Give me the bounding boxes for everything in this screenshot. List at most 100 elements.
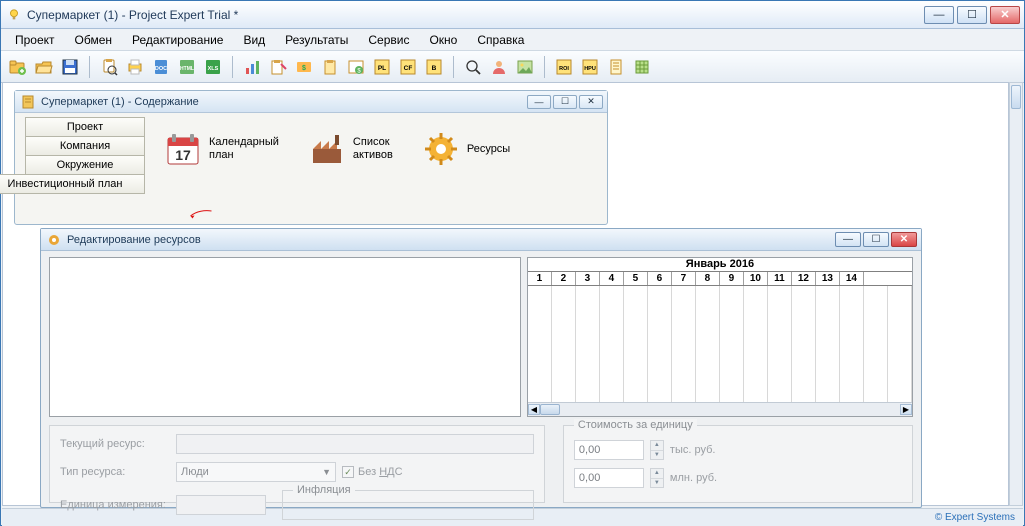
menu-service[interactable]: Сервис bbox=[358, 31, 419, 49]
day-col[interactable]: 1 bbox=[528, 272, 552, 285]
main-max-button[interactable]: ☐ bbox=[957, 6, 987, 24]
main-titlebar[interactable]: Супермаркет (1) - Project Expert Trial *… bbox=[1, 1, 1024, 29]
no-vat-checkbox[interactable]: ✓ Без НДС bbox=[342, 466, 403, 478]
diskette-icon[interactable] bbox=[59, 56, 81, 78]
folder-open-icon[interactable] bbox=[33, 56, 55, 78]
html-icon[interactable]: HTML bbox=[176, 56, 198, 78]
unit-thousand: тыс. руб. bbox=[670, 444, 716, 456]
item-assets-list[interactable]: Список активов bbox=[309, 131, 393, 167]
contents-max-button[interactable]: ☐ bbox=[553, 95, 577, 109]
day-col[interactable]: 7 bbox=[672, 272, 696, 285]
tab-environment[interactable]: Окружение bbox=[25, 155, 145, 175]
menu-help[interactable]: Справка bbox=[467, 31, 534, 49]
uom-field[interactable] bbox=[176, 495, 266, 515]
roi-icon[interactable]: ROI bbox=[553, 56, 575, 78]
resource-editor-title-text: Редактирование ресурсов bbox=[67, 234, 201, 246]
doc-icon[interactable]: DOC bbox=[150, 56, 172, 78]
person-icon[interactable] bbox=[488, 56, 510, 78]
unit-million: млн. руб. bbox=[670, 472, 717, 484]
res-min-button[interactable]: — bbox=[835, 232, 861, 247]
tab-investment-plan[interactable]: Инвестиционный план bbox=[0, 174, 145, 194]
res-max-button[interactable]: ☐ bbox=[863, 232, 889, 247]
resource-type-combo[interactable]: Люди ▼ bbox=[176, 462, 336, 482]
menu-results[interactable]: Результаты bbox=[275, 31, 358, 49]
day-col[interactable]: 2 bbox=[552, 272, 576, 285]
chart-icon[interactable] bbox=[241, 56, 263, 78]
toolbar: DOC HTML XLS $ $ PL CF В ROI HPU bbox=[1, 51, 1024, 83]
money-table-icon[interactable]: $ bbox=[345, 56, 367, 78]
scroll-right-icon[interactable]: ▶ bbox=[900, 404, 912, 415]
day-col[interactable]: 14 bbox=[840, 272, 864, 285]
res-close-button[interactable]: ✕ bbox=[891, 232, 917, 247]
contents-close-button[interactable]: ✕ bbox=[579, 95, 603, 109]
day-col[interactable]: 13 bbox=[816, 272, 840, 285]
svg-text:XLS: XLS bbox=[208, 66, 219, 72]
contents-min-button[interactable]: — bbox=[527, 95, 551, 109]
day-col[interactable]: 4 bbox=[600, 272, 624, 285]
menu-window[interactable]: Окно bbox=[419, 31, 467, 49]
day-col[interactable]: 11 bbox=[768, 272, 792, 285]
spinner-2[interactable]: ▲▼ bbox=[650, 468, 664, 488]
item-label: план bbox=[209, 149, 279, 162]
main-min-button[interactable]: — bbox=[924, 6, 954, 24]
item-resources[interactable]: Ресурсы bbox=[423, 131, 510, 167]
day-col[interactable]: 5 bbox=[624, 272, 648, 285]
chevron-down-icon: ▼ bbox=[322, 467, 331, 477]
sheet-icon[interactable] bbox=[605, 56, 627, 78]
magnifier-paste-icon[interactable] bbox=[98, 56, 120, 78]
contents-window: Супермаркет (1) - Содержание — ☐ ✕ Проек… bbox=[14, 90, 608, 225]
separator-icon bbox=[453, 56, 454, 78]
menu-edit[interactable]: Редактирование bbox=[122, 31, 233, 49]
printer-icon[interactable] bbox=[124, 56, 146, 78]
folder-add-icon[interactable] bbox=[7, 56, 29, 78]
item-calendar-plan[interactable]: 17 Календарный план bbox=[165, 131, 279, 167]
menu-view[interactable]: Вид bbox=[233, 31, 275, 49]
grid-body[interactable] bbox=[528, 286, 912, 402]
current-resource-label: Текущий ресурс: bbox=[60, 438, 170, 450]
menu-exchange[interactable]: Обмен bbox=[65, 31, 123, 49]
brand-link[interactable]: © Expert Systems bbox=[935, 512, 1015, 523]
day-col[interactable]: 3 bbox=[576, 272, 600, 285]
day-col[interactable]: 6 bbox=[648, 272, 672, 285]
bq-icon[interactable]: В bbox=[423, 56, 445, 78]
grid-icon[interactable] bbox=[631, 56, 653, 78]
separator-icon bbox=[89, 56, 90, 78]
day-col[interactable]: 12 bbox=[792, 272, 816, 285]
calendar-17-icon: 17 bbox=[165, 131, 201, 167]
zoom-icon[interactable] bbox=[462, 56, 484, 78]
picture-icon[interactable] bbox=[514, 56, 536, 78]
current-resource-field[interactable] bbox=[176, 434, 534, 454]
gear-sparkle-icon bbox=[423, 131, 459, 167]
resource-editor-titlebar[interactable]: Редактирование ресурсов — ☐ ✕ bbox=[41, 229, 921, 251]
spinner-1[interactable]: ▲▼ bbox=[650, 440, 664, 460]
scroll-left-icon[interactable]: ◀ bbox=[528, 404, 540, 415]
cf-icon[interactable]: CF bbox=[397, 56, 419, 78]
grid-horizontal-scrollbar[interactable]: ◀ ▶ bbox=[528, 402, 912, 416]
cost-million-field[interactable]: 0,00 bbox=[574, 468, 644, 488]
svg-text:$: $ bbox=[302, 65, 306, 72]
day-col[interactable]: 10 bbox=[744, 272, 768, 285]
red-arrow-annotation bbox=[185, 209, 215, 221]
tab-project[interactable]: Проект bbox=[25, 117, 145, 137]
xls-icon[interactable]: XLS bbox=[202, 56, 224, 78]
day-col[interactable]: 9 bbox=[720, 272, 744, 285]
menu-project[interactable]: Проект bbox=[5, 31, 65, 49]
rate-money-icon[interactable]: $ bbox=[293, 56, 315, 78]
pl-icon[interactable]: PL bbox=[371, 56, 393, 78]
menubar: Проект Обмен Редактирование Вид Результа… bbox=[1, 29, 1024, 51]
resource-editor-window: Редактирование ресурсов — ☐ ✕ Январь 201… bbox=[40, 228, 922, 508]
cost-thousand-field[interactable]: 0,00 bbox=[574, 440, 644, 460]
day-col[interactable]: 8 bbox=[696, 272, 720, 285]
separator-icon bbox=[232, 56, 233, 78]
item-label: Ресурсы bbox=[467, 143, 510, 156]
calendar-grid[interactable]: Январь 2016 1 2 3 4 5 6 7 8 9 10 11 12 1… bbox=[527, 257, 913, 417]
main-vertical-scrollbar[interactable] bbox=[1009, 82, 1023, 506]
hpu-icon[interactable]: HPU bbox=[579, 56, 601, 78]
clipboard-pencil-icon[interactable] bbox=[267, 56, 289, 78]
contents-titlebar[interactable]: Супермаркет (1) - Содержание — ☐ ✕ bbox=[15, 91, 607, 113]
resource-list[interactable] bbox=[49, 257, 521, 417]
tab-company[interactable]: Компания bbox=[25, 136, 145, 156]
clipboard-icon[interactable] bbox=[319, 56, 341, 78]
item-label: Календарный bbox=[209, 136, 279, 149]
main-close-button[interactable]: ✕ bbox=[990, 6, 1020, 24]
